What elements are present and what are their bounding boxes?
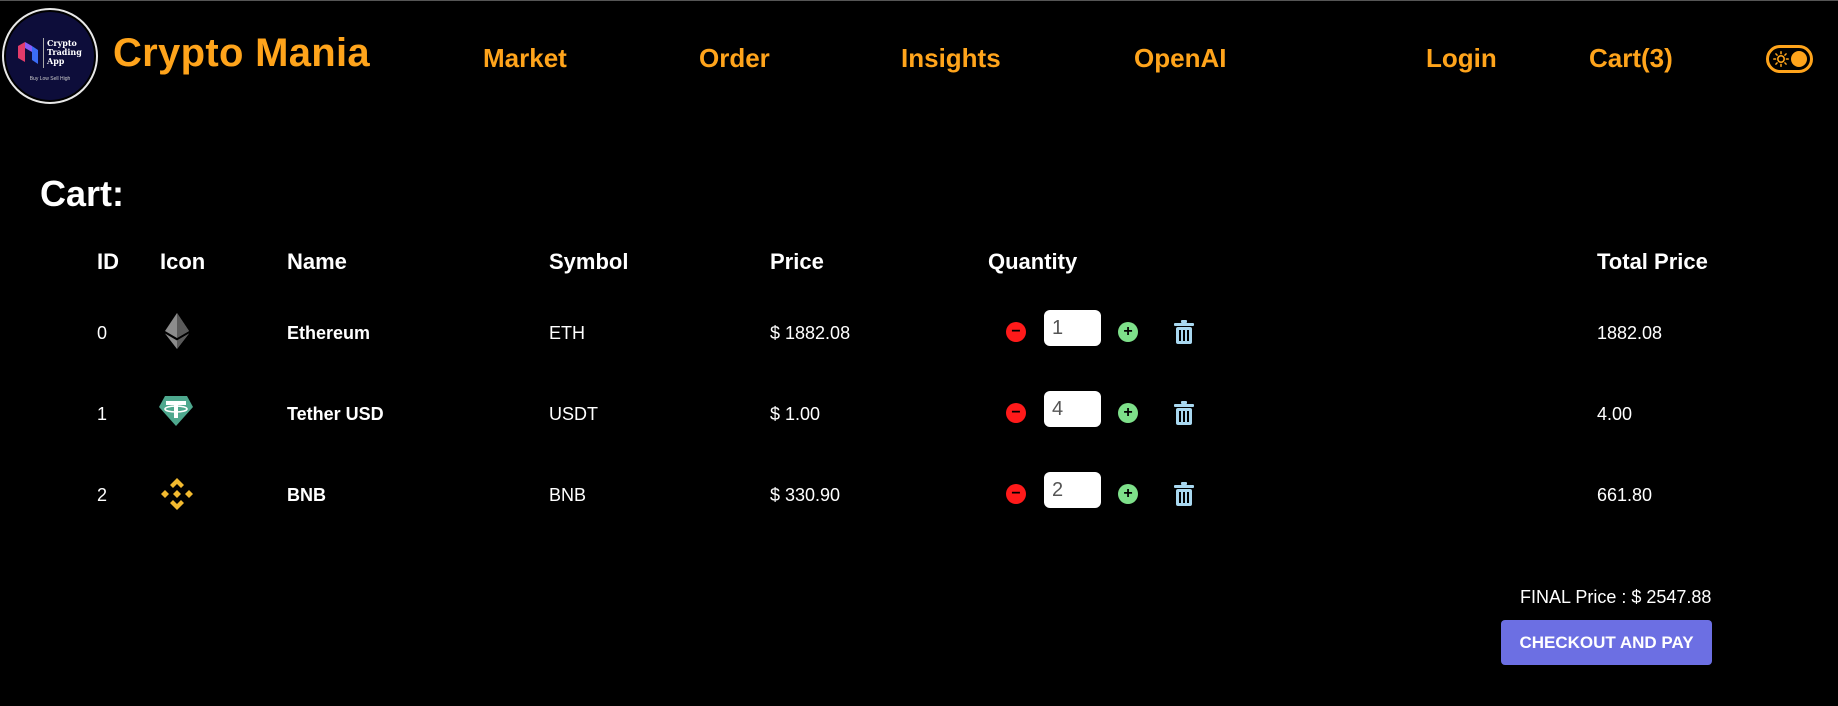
ethereum-icon bbox=[165, 313, 189, 349]
theme-toggle[interactable] bbox=[1766, 45, 1813, 73]
column-header-id: ID bbox=[97, 249, 119, 274]
row-symbol: USDT bbox=[549, 404, 598, 424]
nav-insights[interactable]: Insights bbox=[901, 43, 1001, 74]
logo-tagline: Buy Low Sell High bbox=[29, 76, 71, 82]
quantity-input[interactable] bbox=[1044, 310, 1101, 346]
decrease-quantity-button[interactable]: − bbox=[1006, 484, 1026, 504]
row-name: BNB bbox=[287, 485, 326, 505]
brand-title[interactable]: Crypto Mania bbox=[113, 31, 370, 76]
cart-title: Cart: bbox=[40, 173, 125, 214]
row-symbol: BNB bbox=[549, 485, 587, 505]
bnb-icon bbox=[161, 478, 193, 510]
trash-icon[interactable] bbox=[1174, 482, 1194, 506]
sun-icon bbox=[1773, 51, 1789, 67]
column-header-price: Price bbox=[770, 249, 824, 274]
increase-quantity-button[interactable]: + bbox=[1118, 322, 1138, 342]
row-total: 1882.08 bbox=[1597, 323, 1663, 343]
row-price: $ 1882.08 bbox=[770, 323, 851, 343]
quantity-input[interactable] bbox=[1044, 391, 1101, 427]
nav-market[interactable]: Market bbox=[483, 43, 567, 74]
nav-login[interactable]: Login bbox=[1426, 43, 1497, 74]
plus-icon: + bbox=[1123, 323, 1133, 340]
minus-icon: − bbox=[1011, 323, 1021, 340]
row-id: 2 bbox=[97, 485, 108, 505]
column-header-symbol: Symbol bbox=[549, 249, 629, 274]
increase-quantity-button[interactable]: + bbox=[1118, 403, 1138, 423]
row-total: 4.00 bbox=[1597, 404, 1633, 424]
column-header-icon: Icon bbox=[160, 249, 206, 274]
column-header-total: Total Price bbox=[1597, 249, 1708, 274]
logo-divider bbox=[43, 38, 44, 68]
row-id: 0 bbox=[97, 323, 108, 343]
row-price: $ 1.00 bbox=[770, 404, 821, 424]
tether-icon bbox=[159, 396, 193, 426]
trash-icon[interactable] bbox=[1174, 320, 1194, 344]
logo-text: Crypto Trading App bbox=[47, 38, 82, 66]
logo-mark-icon bbox=[18, 42, 38, 64]
plus-icon: + bbox=[1123, 404, 1133, 421]
decrease-quantity-button[interactable]: − bbox=[1006, 403, 1026, 423]
nav-openai[interactable]: OpenAI bbox=[1134, 43, 1226, 74]
row-name: Tether USD bbox=[287, 404, 384, 424]
checkout-button[interactable]: CHECKOUT AND PAY bbox=[1501, 620, 1712, 665]
row-symbol: ETH bbox=[549, 323, 585, 343]
row-total: 661.80 bbox=[1597, 485, 1653, 505]
app-logo[interactable]: Crypto Trading App Buy Low Sell High bbox=[2, 8, 98, 104]
nav-order[interactable]: Order bbox=[699, 43, 770, 74]
toggle-knob bbox=[1791, 51, 1807, 67]
decrease-quantity-button[interactable]: − bbox=[1006, 322, 1026, 342]
minus-icon: − bbox=[1011, 404, 1021, 421]
minus-icon: − bbox=[1011, 485, 1021, 502]
plus-icon: + bbox=[1123, 485, 1133, 502]
nav-cart[interactable]: Cart(3) bbox=[1589, 43, 1673, 74]
row-price: $ 330.90 bbox=[770, 485, 841, 505]
row-name: Ethereum bbox=[287, 323, 371, 343]
final-price: FINAL Price : $ 2547.88 bbox=[1520, 587, 1712, 607]
increase-quantity-button[interactable]: + bbox=[1118, 484, 1138, 504]
trash-icon[interactable] bbox=[1174, 401, 1194, 425]
column-header-name: Name bbox=[287, 249, 347, 274]
quantity-input[interactable] bbox=[1044, 472, 1101, 508]
column-header-quantity: Quantity bbox=[988, 249, 1078, 274]
row-id: 1 bbox=[97, 404, 108, 424]
